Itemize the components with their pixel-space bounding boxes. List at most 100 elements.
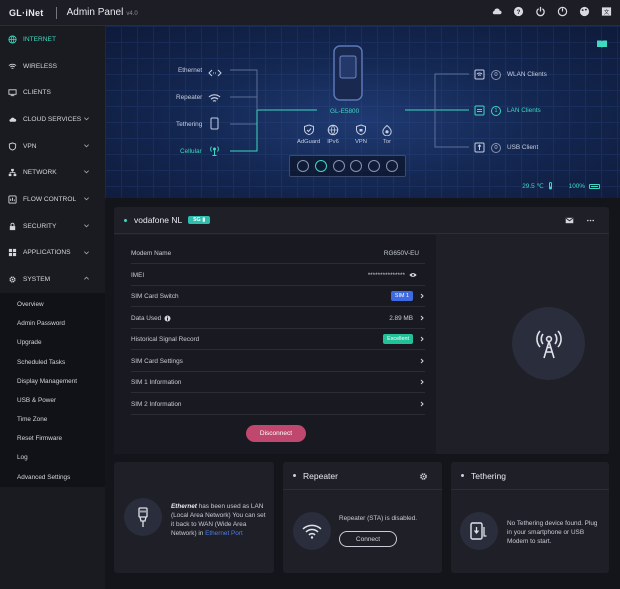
repeater-title: Repeater	[303, 470, 338, 481]
chevron-down-icon	[84, 250, 89, 254]
submenu-item-upgrade[interactable]: Upgrade	[0, 333, 105, 352]
submenu-item-admin-password[interactable]: Admin Password	[0, 314, 105, 333]
client-count: 0	[491, 142, 501, 153]
row-label: IMEI	[131, 271, 145, 279]
chevron-right-icon[interactable]	[419, 358, 425, 364]
client-usb[interactable]: 0 USB Client	[474, 142, 538, 153]
chevron-down-icon	[84, 224, 89, 228]
row-data-used[interactable]: Data Used 2.89 MB	[131, 308, 425, 330]
service-ipv6[interactable]: IPv6	[327, 124, 339, 145]
row-label: SIM Card Settings	[131, 357, 183, 365]
row-sim1-info[interactable]: SIM 1 Information	[131, 372, 425, 394]
repeater-card-header: Repeater	[283, 462, 442, 490]
system-submenu: Overview Admin Password Upgrade Schedule…	[0, 292, 105, 487]
sidebar-item-flow-control[interactable]: FLOW CONTROL	[0, 186, 105, 213]
eye-icon[interactable]	[409, 272, 417, 278]
battery-icon	[589, 183, 600, 189]
ethernet-cable-badge	[124, 498, 162, 536]
book-icon[interactable]	[596, 36, 608, 54]
cellular-icon[interactable]	[208, 144, 221, 162]
row-sim2-info[interactable]: SIM 2 Information	[131, 394, 425, 416]
signal-slot-icon[interactable]	[386, 160, 399, 172]
svg-text:文: 文	[604, 8, 610, 16]
sidebar: INTERNET WIRELESS CLIENTS CLOUD SERVICES…	[0, 26, 105, 589]
ethernet-port-link[interactable]: Ethernet Port	[205, 530, 243, 537]
language-icon[interactable]: 文	[601, 6, 612, 17]
submenu-item-advanced-settings[interactable]: Advanced Settings	[0, 468, 105, 487]
submenu-item-display-management[interactable]: Display Management	[0, 372, 105, 391]
submenu-item-usb-power[interactable]: USB & Power	[0, 391, 105, 410]
submenu-item-time-zone[interactable]: Time Zone	[0, 410, 105, 429]
wifi-icon	[302, 524, 322, 539]
wifi-icon[interactable]	[208, 91, 221, 109]
cloud-icon[interactable]	[491, 6, 502, 17]
signal-slot-icon[interactable]	[296, 160, 309, 172]
sidebar-item-cloud-services[interactable]: CLOUD SERVICES	[0, 106, 105, 133]
chevron-right-icon[interactable]	[419, 293, 425, 299]
row-sim-settings[interactable]: SIM Card Settings	[131, 351, 425, 373]
chevron-down-icon	[84, 170, 89, 174]
sidebar-item-network[interactable]: NETWORK	[0, 159, 105, 186]
submenu-item-reset-firmware[interactable]: Reset Firmware	[0, 429, 105, 448]
submenu-item-scheduled-tasks[interactable]: Scheduled Tasks	[0, 352, 105, 371]
signal-slot-icon[interactable]	[332, 160, 345, 172]
device-status: 29.5 ℃ 100%	[522, 182, 600, 190]
chevron-right-icon[interactable]	[419, 315, 425, 321]
client-lan[interactable]: 1 LAN Clients	[474, 105, 541, 116]
signal-quality-badge: Excellent	[383, 334, 413, 345]
sidebar-item-system[interactable]: SYSTEM	[0, 266, 105, 293]
chevron-right-icon[interactable]	[419, 379, 425, 385]
ethernet-icon[interactable]	[208, 65, 222, 83]
sidebar-item-label: NETWORK	[23, 169, 57, 177]
submenu-item-log[interactable]: Log	[0, 448, 105, 467]
sidebar-item-wireless[interactable]: WIRELESS	[0, 53, 105, 80]
client-wlan[interactable]: 0 WLAN Clients	[474, 69, 547, 80]
row-label: Data Used	[131, 314, 162, 322]
signal-slot-icon[interactable]	[314, 160, 327, 172]
source-cellular-label: Cellular	[180, 148, 202, 155]
chevron-right-icon[interactable]	[419, 401, 425, 407]
sidebar-item-clients[interactable]: CLIENTS	[0, 79, 105, 106]
sidebar-item-internet[interactable]: INTERNET	[0, 26, 105, 53]
network-icon	[8, 169, 17, 177]
row-sim-switch[interactable]: SIM Card Switch SIM 1	[131, 286, 425, 308]
top-actions: ? 文	[491, 6, 612, 17]
tethering-card-header: Tethering	[451, 462, 609, 490]
modem-info-list: Modem Name RG650V-EU IMEI **************…	[114, 235, 436, 454]
sidebar-item-applications[interactable]: APPLICATIONS	[0, 240, 105, 267]
sidebar-item-security[interactable]: SECURITY	[0, 213, 105, 240]
cellular-panel-header: vodafone NL 5G ▮	[114, 207, 609, 234]
sidebar-item-label: CLIENTS	[23, 89, 51, 97]
sidebar-item-vpn[interactable]: VPN	[0, 133, 105, 160]
client-label: WLAN Clients	[507, 71, 547, 78]
adguard-icon	[303, 124, 314, 136]
theme-icon[interactable]	[579, 6, 590, 17]
ipv6-icon	[327, 124, 339, 136]
disconnect-button[interactable]: Disconnect	[246, 425, 306, 442]
help-icon[interactable]: ?	[513, 6, 524, 17]
mail-icon[interactable]	[565, 216, 574, 227]
wifi-icon	[8, 63, 17, 69]
signal-slot-icon[interactable]	[350, 160, 363, 172]
signal-slot-icon[interactable]	[368, 160, 381, 172]
service-adguard[interactable]: AdGuard	[297, 124, 320, 145]
smartphone-icon[interactable]	[210, 117, 219, 135]
chevron-right-icon[interactable]	[419, 336, 425, 342]
more-icon[interactable]	[586, 216, 595, 227]
row-signal-record[interactable]: Historical Signal Record Excellent	[131, 329, 425, 351]
tethering-card: Tethering No Tethering device found. Plu…	[451, 462, 609, 573]
repeater-wifi-badge	[293, 512, 331, 550]
gear-icon[interactable]	[419, 472, 428, 481]
row-modem-name: Modem Name RG650V-EU	[131, 243, 425, 265]
info-icon[interactable]	[164, 315, 171, 322]
repeater-connect-button[interactable]: Connect	[339, 531, 397, 547]
sidebar-item-label: WIRELESS	[23, 62, 58, 70]
sim-badge: SIM 1	[390, 291, 413, 302]
sidebar-item-label: CLOUD SERVICES	[23, 115, 82, 123]
tethering-status: No Tethering device found. Plug in your …	[507, 520, 598, 545]
power-icon[interactable]	[557, 6, 568, 17]
submenu-item-overview[interactable]: Overview	[0, 295, 105, 314]
service-vpn[interactable]: VPN	[355, 124, 367, 145]
logout-icon[interactable]	[535, 6, 546, 17]
service-tor[interactable]: Tor	[381, 124, 393, 145]
